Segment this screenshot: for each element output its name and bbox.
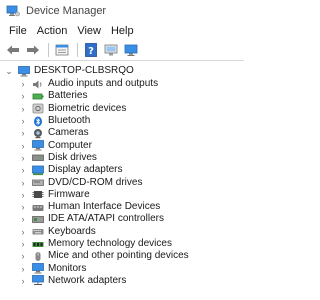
- expand-chevron-icon[interactable]: ›: [18, 251, 28, 261]
- forward-icon: [27, 45, 39, 55]
- tree-item-memory-technology[interactable]: › Memory technology devices: [0, 238, 244, 250]
- tree-item-label: Audio inputs and outputs: [48, 78, 159, 90]
- expand-chevron-icon[interactable]: ›: [18, 239, 28, 249]
- expand-chevron-icon[interactable]: ›: [18, 190, 28, 200]
- tree-item-hid[interactable]: › Human Interface Devices: [0, 201, 244, 213]
- device-manager-window: Device Manager File Action View Help ? ⌄…: [0, 0, 244, 300]
- tree-item-label: DVD/CD-ROM drives: [48, 176, 143, 188]
- tree-item-label: Disk drives: [48, 151, 97, 163]
- tree-item-label: Computer: [48, 139, 92, 151]
- collapse-chevron-icon[interactable]: ⌄: [4, 66, 14, 76]
- tree-item-display-adapters[interactable]: › Display adapters: [0, 164, 244, 176]
- monitor-icon: [32, 263, 44, 274]
- tree-item-label: Network adapters: [48, 274, 127, 286]
- toolbar-separator: [77, 43, 78, 57]
- tree-item-label: Bluetooth: [48, 115, 91, 127]
- update-driver-button[interactable]: [102, 42, 120, 58]
- properties-icon: [55, 44, 69, 56]
- tree-item-bluetooth[interactable]: › Bluetooth: [0, 115, 244, 127]
- disk-icon: [32, 152, 44, 163]
- expand-chevron-icon[interactable]: ›: [18, 165, 28, 175]
- menu-bar: File Action View Help: [0, 22, 244, 40]
- computer-icon: [32, 140, 44, 151]
- tree-item-monitors[interactable]: › Monitors: [0, 262, 244, 274]
- help-icon: ?: [85, 43, 97, 57]
- tree-item-audio[interactable]: › Audio inputs and outputs: [0, 78, 244, 90]
- tree-item-batteries[interactable]: › Batteries: [0, 90, 244, 102]
- back-button[interactable]: [4, 42, 22, 58]
- back-icon: [7, 45, 19, 55]
- tree-item-label: Biometric devices: [48, 102, 127, 114]
- device-tree: ⌄ DESKTOP-CLBSRQO › Audio inputs and out…: [0, 61, 244, 287]
- expand-chevron-icon[interactable]: ›: [18, 79, 28, 89]
- expand-chevron-icon[interactable]: ›: [18, 91, 28, 101]
- tree-item-label: Display adapters: [48, 164, 123, 176]
- camera-icon: [32, 128, 44, 139]
- tree-item-label: Keyboards: [48, 225, 96, 237]
- properties-button[interactable]: [53, 42, 71, 58]
- tree-item-label: Cameras: [48, 127, 89, 139]
- expand-chevron-icon[interactable]: ›: [18, 227, 28, 237]
- tree-item-network-adapters[interactable]: › Network adapters: [0, 275, 244, 287]
- tree-item-ide-controllers[interactable]: › IDE ATA/ATAPI controllers: [0, 213, 244, 225]
- monitor-icon: [124, 44, 138, 56]
- update-driver-icon: [104, 44, 118, 55]
- svg-text:?: ?: [88, 46, 94, 57]
- toolbar-separator: [48, 43, 49, 57]
- menu-help[interactable]: Help: [106, 25, 139, 37]
- device-manager-app-icon: [6, 5, 20, 17]
- expand-chevron-icon[interactable]: ›: [18, 178, 28, 188]
- root-label: DESKTOP-CLBSRQO: [34, 65, 134, 76]
- title-bar: Device Manager: [0, 0, 244, 22]
- expand-chevron-icon[interactable]: ›: [18, 264, 28, 274]
- tree-item-label: Monitors: [48, 262, 87, 274]
- expand-chevron-icon[interactable]: ›: [18, 153, 28, 163]
- memory-icon: [32, 239, 44, 250]
- tree-item-disk-drives[interactable]: › Disk drives: [0, 152, 244, 164]
- mouse-icon: [32, 251, 44, 262]
- tree-item-label: IDE ATA/ATAPI controllers: [48, 213, 164, 225]
- tree-item-keyboards[interactable]: › Keyboards: [0, 226, 244, 238]
- toolbar: ?: [0, 40, 244, 61]
- dvd-icon: [32, 177, 44, 188]
- expand-chevron-icon[interactable]: ›: [18, 128, 28, 138]
- expand-chevron-icon[interactable]: ›: [18, 214, 28, 224]
- menu-view[interactable]: View: [72, 25, 106, 37]
- tree-item-label: Batteries: [48, 90, 88, 102]
- tree-item-label: Human Interface Devices: [48, 201, 161, 213]
- menu-file[interactable]: File: [4, 25, 32, 37]
- network-icon: [32, 275, 44, 286]
- expand-chevron-icon[interactable]: ›: [18, 141, 28, 151]
- expand-chevron-icon[interactable]: ›: [18, 116, 28, 126]
- speaker-icon: [32, 79, 44, 90]
- tree-item-label: Memory technology devices: [48, 238, 172, 249]
- battery-icon: [32, 91, 44, 102]
- computer-icon: [18, 65, 30, 77]
- firmware-icon: [32, 189, 44, 200]
- biometric-icon: [32, 103, 44, 114]
- tree-item-firmware[interactable]: › Firmware: [0, 189, 244, 201]
- window-title: Device Manager: [26, 5, 107, 17]
- ide-icon: [32, 214, 44, 225]
- tree-root-node[interactable]: ⌄ DESKTOP-CLBSRQO: [0, 64, 244, 78]
- tree-item-computer[interactable]: › Computer: [0, 139, 244, 151]
- tree-item-label: Mice and other pointing devices: [48, 250, 189, 262]
- expand-chevron-icon[interactable]: ›: [18, 276, 28, 286]
- tree-item-cameras[interactable]: › Cameras: [0, 127, 244, 139]
- tree-item-mice[interactable]: › Mice and other pointing devices: [0, 250, 244, 262]
- display-adapter-icon: [32, 165, 44, 176]
- keyboard-icon: [32, 226, 44, 237]
- tree-item-label: Firmware: [48, 188, 90, 200]
- tree-item-biometric[interactable]: › Biometric devices: [0, 103, 244, 115]
- tree-item-dvd-cdrom[interactable]: › DVD/CD-ROM drives: [0, 176, 244, 188]
- hid-icon: [32, 202, 44, 213]
- menu-action[interactable]: Action: [32, 25, 73, 37]
- expand-chevron-icon[interactable]: ›: [18, 104, 28, 114]
- forward-button[interactable]: [24, 42, 42, 58]
- scan-hardware-button[interactable]: [122, 42, 140, 58]
- expand-chevron-icon[interactable]: ›: [18, 202, 28, 212]
- help-button[interactable]: ?: [82, 42, 100, 58]
- bluetooth-icon: [32, 116, 44, 127]
